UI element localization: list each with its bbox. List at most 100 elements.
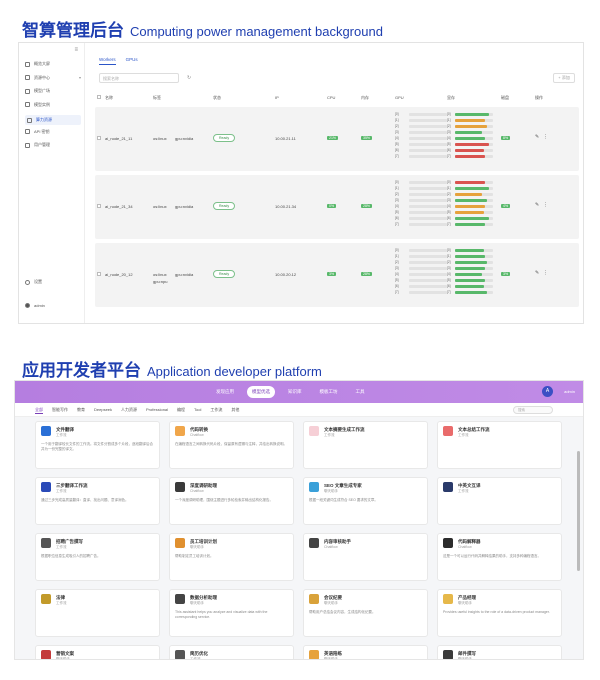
more-icon[interactable]: ⋮ [543, 270, 548, 276]
gpu-index: [5] [447, 142, 451, 146]
cpu-usage: 3% [327, 272, 337, 276]
vram-usage-list: [0] [1] [2] [3] [4] [5] [6] [7] [447, 111, 493, 159]
gpu-index: [1] [447, 118, 451, 122]
category-tab[interactable]: 智能写作 [52, 407, 68, 414]
gpu-index: [7] [395, 290, 399, 294]
status-badge: Ready [213, 134, 236, 142]
dev-search-input[interactable]: 搜索 [513, 406, 553, 414]
nav-item-3[interactable]: 模板工坊 [315, 386, 343, 398]
gpu-util-bar [409, 112, 447, 116]
app-card-tag: 工作流 [56, 433, 67, 437]
table-row[interactable]: ai_node_20_12 os:linux gpu:nvidia gpu:npu Re… [95, 243, 579, 307]
worker-name[interactable]: ai_node_21_11 [105, 136, 132, 141]
sidebar-item-0[interactable]: 概览大屏 [25, 61, 81, 67]
app-card-tag: Chatflow [190, 489, 204, 493]
avatar[interactable]: A [542, 386, 553, 397]
category-tab[interactable]: Tool [194, 407, 201, 414]
category-tab[interactable]: 全部 [35, 407, 43, 414]
gpu-index: [2] [447, 260, 451, 264]
app-card[interactable]: 员工培训计划 聊天助手 帮助制定员工培训计划。 [169, 533, 294, 581]
worker-name[interactable]: ai_node_21_34 [105, 204, 133, 209]
gpu-index: [3] [395, 266, 399, 270]
category-tab[interactable]: 其他 [231, 407, 239, 414]
edit-icon[interactable]: ✎ [535, 134, 539, 140]
category-tab[interactable]: 编程 [177, 407, 185, 414]
app-card[interactable]: 文本摘要生成工作流 工作流 [303, 421, 428, 469]
gpu-index: [3] [447, 198, 451, 202]
nav-item-4[interactable]: 工具 [351, 386, 370, 398]
row-checkbox[interactable] [97, 204, 101, 208]
category-tab[interactable]: 教育 [77, 407, 85, 414]
more-icon[interactable]: ⋮ [543, 202, 548, 208]
app-card[interactable]: 代码解释器 Chatflow 这是一个可以运行代码并解释结果的助手，支持多种编程语言… [437, 533, 562, 581]
app-card-description: 帮助用户总结会议内容，生成结构化纪要。 [309, 610, 376, 614]
row-checkbox[interactable] [97, 272, 101, 276]
edit-icon[interactable]: ✎ [535, 202, 539, 208]
app-card[interactable]: 文本总结工作流 工作流 [437, 421, 562, 469]
app-card[interactable]: 深度调研助理 Chatflow 一个深度调研助理，围绕主题进行多轮检索并输出结构化报… [169, 477, 294, 525]
app-card[interactable]: 中英文互译 工作流 [437, 477, 562, 525]
sidebar-item-1[interactable]: 资源中心 ▾ [25, 75, 81, 81]
nav-item-0[interactable]: 发现应用 [211, 386, 239, 398]
gpu-index: [5] [447, 210, 451, 214]
more-icon[interactable]: ⋮ [543, 134, 548, 140]
app-card-description: Provides useful insights to the role of … [443, 610, 550, 614]
gpu-util-bar [409, 148, 447, 152]
vram-line: [7] [447, 289, 493, 295]
app-card[interactable]: 会议纪要 聊天助手 帮助用户总结会议内容，生成结构化纪要。 [303, 589, 428, 637]
app-card[interactable]: 简历优化 工作流 [169, 645, 294, 659]
sidebar-item-3[interactable]: 模型实例 [25, 102, 81, 108]
collapse-icon[interactable]: ≡ [74, 47, 78, 53]
app-card[interactable]: 产品经理 聊天助手 Provides useful insights to the … [437, 589, 562, 637]
category-tab[interactable]: Deepseek [94, 407, 112, 414]
gpu-index: [7] [447, 222, 451, 226]
dev-user-name[interactable]: admin [564, 389, 575, 394]
app-card[interactable]: 内容审核助手 Chatflow [303, 533, 428, 581]
app-card[interactable]: 招聘广告撰写 工作流 根据职位信息生成吸引人的招聘广告。 [35, 533, 160, 581]
app-card[interactable]: 邮件撰写 聊天助手 [437, 645, 562, 659]
app-card[interactable]: 法律 工作流 [35, 589, 160, 637]
scrollbar[interactable] [577, 451, 580, 571]
app-card[interactable]: 数据分析助理 聊天助手 This assistant helps you analy… [169, 589, 294, 637]
sidebar-user[interactable]: admin [25, 303, 81, 308]
select-all-checkbox[interactable] [97, 95, 101, 99]
app-card[interactable]: 三步翻译工作流 工作流 通过三步完成高质量翻译：直译、找出问题、意译润色。 [35, 477, 160, 525]
gpu-util-bar [409, 266, 447, 270]
table-row[interactable]: ai_node_21_11 os:linux gpu:nvidia Ready 10.0… [95, 107, 579, 171]
category-tab[interactable]: Professional [146, 407, 168, 414]
tab-gpus[interactable]: GPUs [126, 57, 138, 65]
app-card[interactable]: SEO 文章生成专家 聊天助手 根据一段关键词生成符合 SEO 要求的文章。 [303, 477, 428, 525]
app-card[interactable]: 代码转换 Chatflow 在编程语言之间转换代码片段，保留原有逻辑与注释，并给出转… [169, 421, 294, 469]
app-card[interactable]: 英语陪练 聊天助手 [303, 645, 428, 659]
app-icon [41, 426, 51, 436]
vram-bar-fill [455, 136, 486, 140]
sidebar-item-label: 资源中心 [34, 74, 50, 80]
gpu-usage-list: [0] [1] [2] [3] [4] [5] [6] [7] [395, 179, 447, 227]
tab-workers[interactable]: Workers [99, 57, 116, 65]
row-checkbox[interactable] [97, 136, 101, 140]
admin-search-input[interactable]: 搜索名称 [99, 73, 179, 83]
gpu-index: [0] [395, 112, 399, 116]
vram-bar-fill [455, 290, 488, 294]
refresh-icon[interactable]: ↻ [187, 75, 191, 81]
add-button[interactable]: + 添加 [553, 73, 575, 83]
sidebar-item-5[interactable]: API 密钥 [25, 129, 81, 135]
sidebar-item-label: 模型广场 [34, 88, 50, 93]
nav-item-1[interactable]: 模型优选 [247, 386, 275, 398]
gear-icon [25, 279, 30, 285]
app-card[interactable]: 营销文案 聊天助手 [35, 645, 160, 659]
column-header: 状态 [213, 95, 221, 100]
sidebar-item-4[interactable]: 算力资源 [25, 115, 81, 125]
nav-item-2[interactable]: 知识库 [283, 386, 307, 398]
app-card[interactable]: 文件翻译 工作流 一个用于翻译较长文件的工作流。将文件分割成多个片段，逐段翻译后合并… [35, 421, 160, 469]
sidebar-item-2[interactable]: 模型广场 [25, 88, 81, 94]
edit-icon[interactable]: ✎ [535, 270, 539, 276]
table-row[interactable]: ai_node_21_34 os:linux gpu:nvidia Ready 10.0… [95, 175, 579, 239]
category-tab[interactable]: 人力资源 [121, 407, 137, 414]
worker-name[interactable]: ai_node_20_12 [105, 272, 133, 277]
app-card-tag: Chatflow [458, 545, 472, 549]
sidebar-settings[interactable]: 设置 [25, 279, 81, 285]
gpu-index: [6] [395, 148, 399, 152]
sidebar-item-6[interactable]: 用户管理 [25, 142, 81, 148]
category-tab[interactable]: 工作流 [210, 407, 222, 414]
